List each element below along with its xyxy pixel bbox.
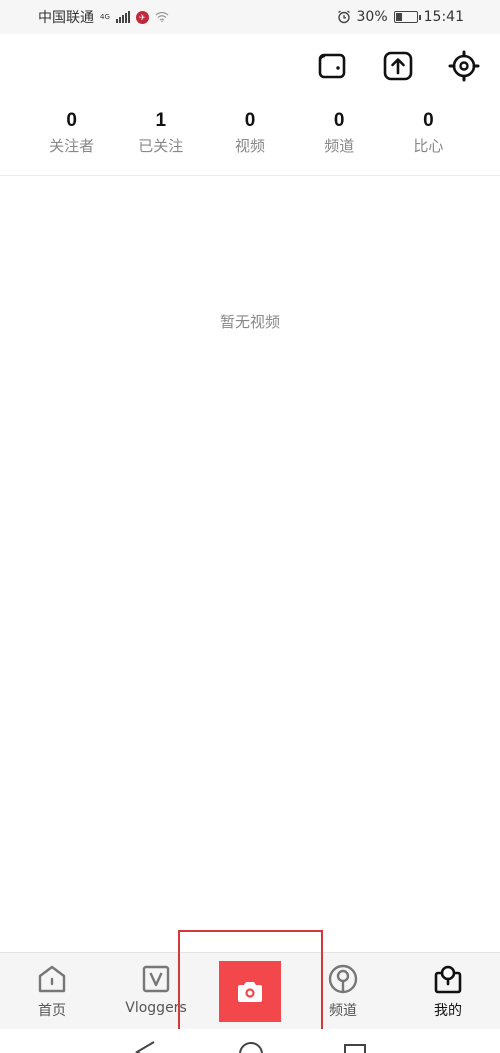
clock: 15:41 bbox=[423, 9, 464, 25]
back-icon[interactable] bbox=[134, 1041, 156, 1053]
stat-label: 关注者 bbox=[49, 137, 95, 155]
stat-value: 1 bbox=[155, 110, 167, 131]
empty-state-text: 暂无视频 bbox=[219, 313, 280, 331]
nav-me-label: 我的 bbox=[434, 1003, 462, 1019]
stat-value: 0 bbox=[423, 110, 434, 131]
wifi-icon bbox=[155, 12, 169, 22]
carrier-name: 中国联通 bbox=[38, 10, 94, 26]
signal-icon bbox=[115, 11, 130, 23]
nav-vloggers-label: Vloggers bbox=[125, 1000, 187, 1016]
stat-label: 频道 bbox=[324, 137, 355, 155]
camera-button[interactable] bbox=[219, 961, 281, 1022]
nav-home-label: 首页 bbox=[38, 1003, 66, 1019]
status-left: 中国联通 4G ✈ bbox=[38, 7, 169, 27]
stat-channels[interactable]: 0 频道 bbox=[295, 110, 384, 156]
nav-home[interactable]: 首页 bbox=[7, 963, 97, 1020]
vloggers-icon bbox=[111, 963, 201, 995]
stat-following[interactable]: 1 已关注 bbox=[116, 110, 205, 156]
battery-icon bbox=[393, 11, 421, 23]
home-icon bbox=[7, 963, 97, 995]
stat-label: 比心 bbox=[413, 137, 444, 155]
stat-value: 0 bbox=[66, 110, 77, 131]
divider bbox=[0, 175, 500, 176]
alarm-icon bbox=[337, 10, 350, 24]
home-circle-icon[interactable] bbox=[238, 1041, 264, 1053]
system-nav-bar bbox=[0, 1029, 500, 1053]
recents-icon[interactable] bbox=[344, 1041, 366, 1053]
wallet-icon[interactable] bbox=[314, 48, 350, 84]
nav-channels-label: 频道 bbox=[329, 1003, 357, 1019]
stat-likes[interactable]: 0 比心 bbox=[384, 110, 473, 156]
top-actions bbox=[314, 48, 482, 84]
profile-bag-icon bbox=[403, 963, 493, 995]
profile-stats: 0 关注者 1 已关注 0 视频 0 频道 0 比心 bbox=[27, 110, 473, 156]
stat-value: 0 bbox=[333, 110, 345, 131]
status-bar: 中国联通 4G ✈ 30% 15:41 bbox=[0, 0, 500, 34]
network-type: 4G bbox=[100, 12, 110, 21]
stat-label: 已关注 bbox=[138, 137, 184, 155]
stat-videos[interactable]: 0 视频 bbox=[205, 110, 294, 156]
stat-followers[interactable]: 0 关注者 bbox=[27, 110, 116, 156]
stat-label: 视频 bbox=[235, 137, 266, 155]
camera-icon bbox=[238, 981, 262, 1002]
stat-value: 0 bbox=[244, 110, 256, 131]
battery-percent: 30% bbox=[356, 9, 388, 25]
settings-gear-icon[interactable] bbox=[446, 48, 482, 84]
nav-me[interactable]: 我的 bbox=[403, 963, 493, 1020]
carrier-logo-icon: ✈ bbox=[135, 10, 149, 24]
bottom-nav: 首页 Vloggers 频道 我的 bbox=[0, 952, 500, 1029]
upload-icon[interactable] bbox=[380, 48, 416, 84]
battery-fill bbox=[395, 13, 403, 21]
status-right: 30% 15:41 bbox=[337, 9, 464, 25]
channel-icon bbox=[298, 963, 388, 995]
nav-vloggers[interactable]: Vloggers bbox=[111, 963, 201, 1016]
nav-channels[interactable]: 频道 bbox=[298, 963, 388, 1020]
